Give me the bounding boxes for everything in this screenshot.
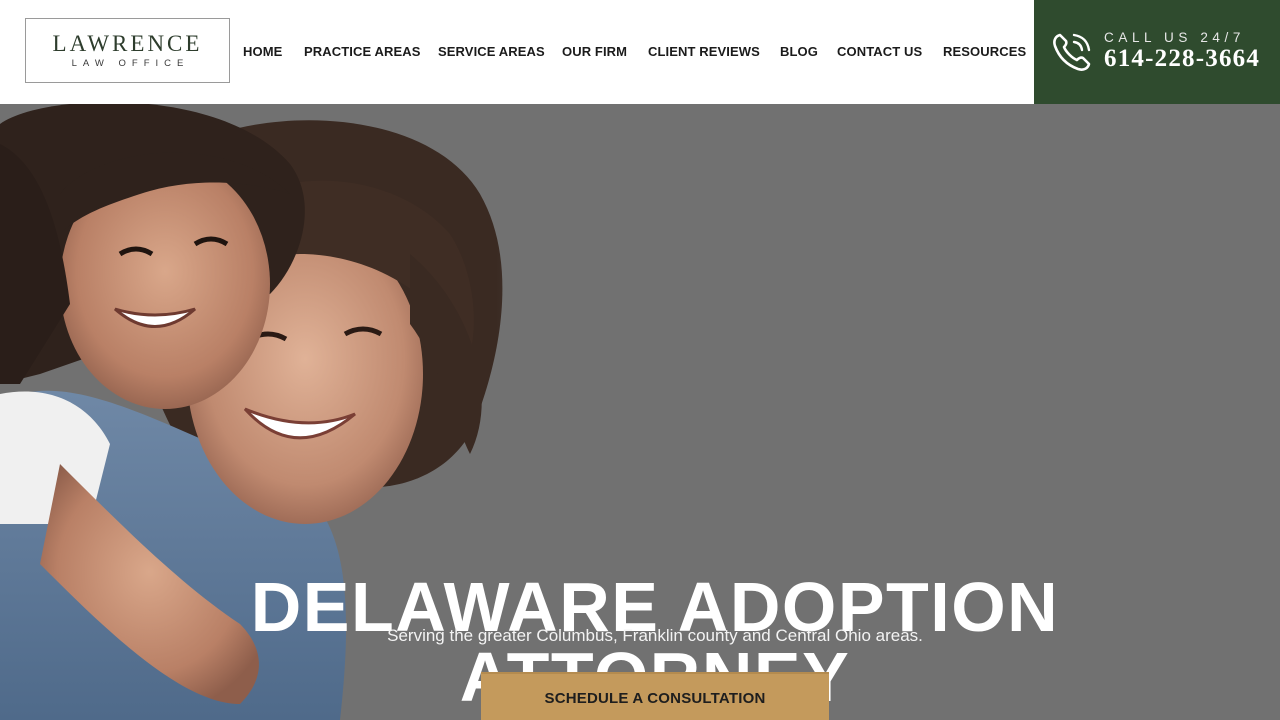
logo-tagline: LAW OFFICE [71, 58, 190, 69]
hero-subtitle: Serving the greater Columbus, Franklin c… [387, 626, 923, 645]
phone-number-link[interactable]: 614-228-3664 [1104, 45, 1260, 73]
logo[interactable]: LAWRENCE LAW OFFICE [25, 18, 230, 83]
nav-service-areas[interactable]: SERVICE AREAS [438, 44, 545, 59]
call-us-box[interactable]: CALL US 24/7 614-228-3664 [1034, 0, 1280, 104]
call-label: CALL US 24/7 [1104, 30, 1245, 45]
nav-client-reviews[interactable]: CLIENT REVIEWS [648, 44, 760, 59]
nav-contact-us[interactable]: CONTACT US [837, 44, 922, 59]
nav-blog[interactable]: BLOG [780, 44, 818, 59]
nav-our-firm[interactable]: OUR FIRM [562, 44, 627, 59]
nav-resources[interactable]: RESOURCES [943, 44, 1026, 59]
logo-name: LAWRENCE [52, 31, 203, 56]
site-header: LAWRENCE LAW OFFICE HOME PRACTICE AREAS … [0, 0, 1280, 104]
nav-practice-areas[interactable]: PRACTICE AREAS [304, 44, 420, 59]
schedule-consultation-button[interactable]: SCHEDULE A CONSULTATION [481, 672, 829, 720]
phone-icon [1053, 33, 1091, 71]
nav-home[interactable]: HOME [243, 44, 282, 59]
